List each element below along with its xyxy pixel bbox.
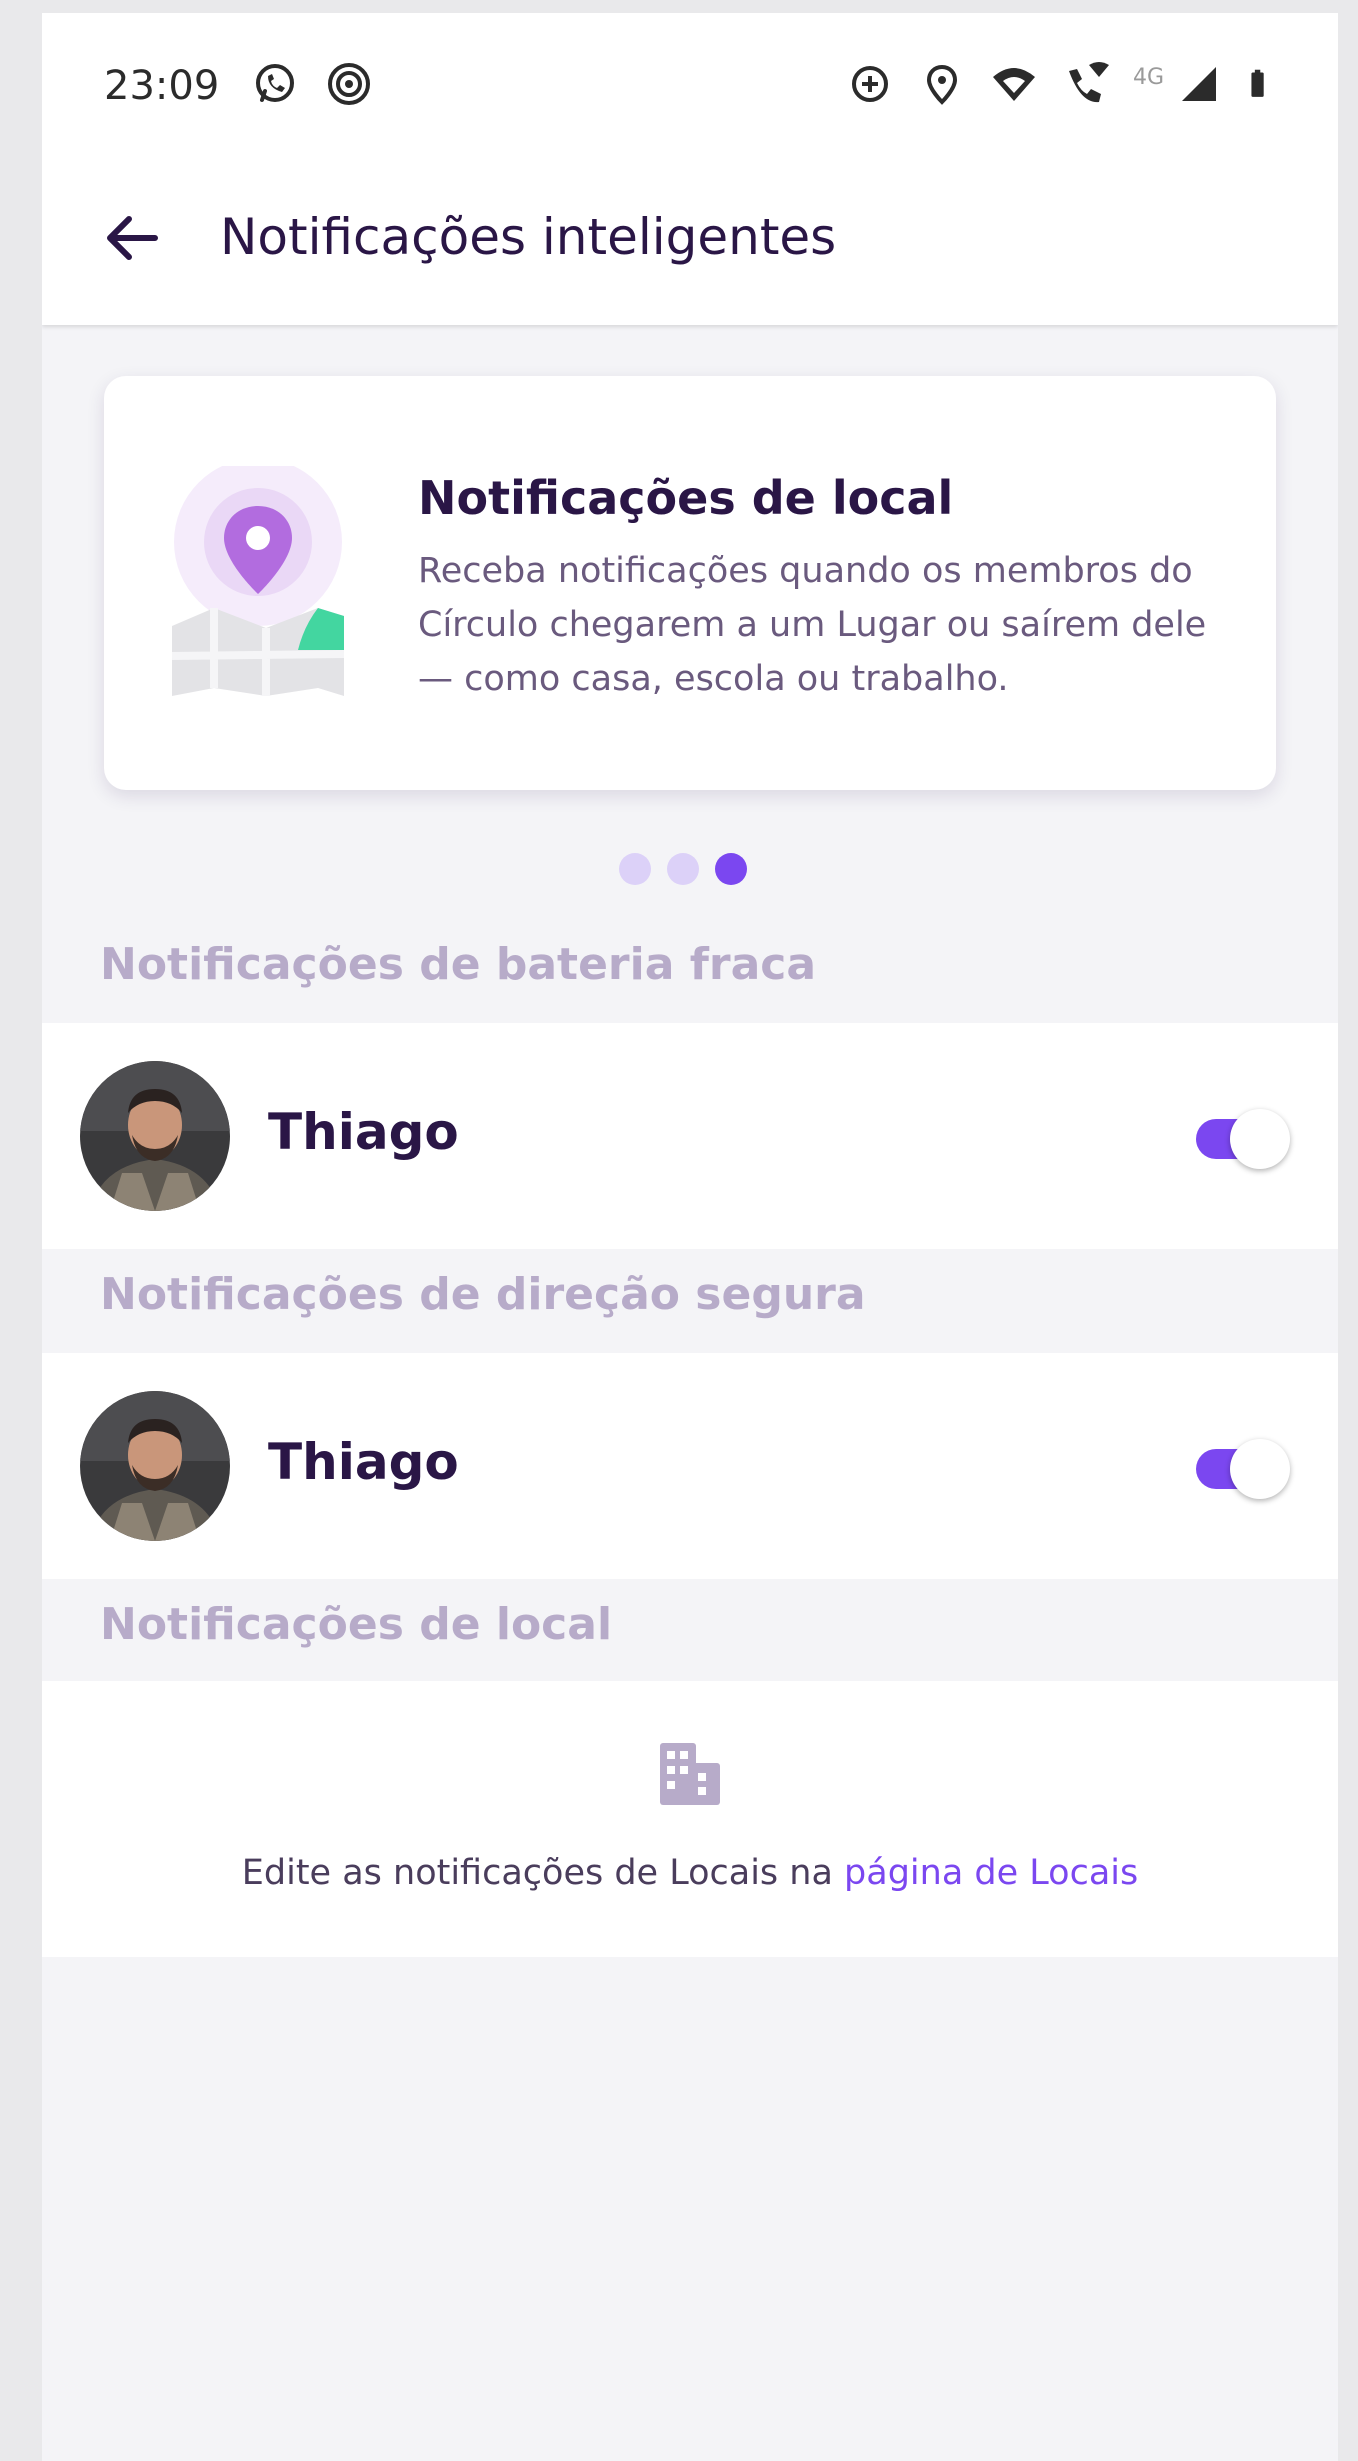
carousel-dot[interactable] bbox=[667, 853, 699, 885]
carousel-indicator bbox=[619, 853, 747, 885]
low-battery-toggle[interactable] bbox=[1192, 1109, 1290, 1169]
wifi-icon bbox=[992, 68, 1035, 101]
member-name: Thiago bbox=[268, 1103, 459, 1161]
page-title: Notificações inteligentes bbox=[220, 208, 837, 266]
header: 23:09 4G Notificações inteligentes bbox=[42, 13, 1338, 325]
member-name: Thiago bbox=[268, 1433, 459, 1491]
locations-page-link[interactable]: página de Locais bbox=[844, 1853, 1138, 1893]
back-button[interactable] bbox=[96, 203, 166, 273]
carousel-dot-active[interactable] bbox=[715, 853, 747, 885]
toggle-knob bbox=[1230, 1439, 1290, 1499]
whatsapp-icon bbox=[256, 64, 294, 102]
status-right-icons: 4G bbox=[845, 59, 1280, 109]
section-label-low-battery: Notificações de bateria fraca bbox=[100, 939, 817, 990]
card-title: Notificações de local bbox=[418, 471, 954, 525]
feature-card[interactable]: Notificações de local Receba notificaçõe… bbox=[104, 376, 1276, 790]
card-description: Receba notificações quando os membros do… bbox=[418, 551, 1207, 699]
location-notifications-panel: Edite as notificações de Locais na págin… bbox=[42, 1681, 1338, 1957]
network-type: 4G bbox=[1132, 64, 1164, 90]
carousel-dot[interactable] bbox=[619, 853, 651, 885]
data-saver-icon bbox=[851, 66, 888, 102]
arrow-left-icon bbox=[107, 216, 158, 260]
location-edit-text: Edite as notificações de Locais na págin… bbox=[42, 1853, 1338, 1893]
location-map-illustration bbox=[171, 466, 345, 696]
section-label-location: Notificações de local bbox=[100, 1599, 613, 1650]
phone-screen: 23:09 4G Notificações inteligentes Notif… bbox=[42, 13, 1338, 2461]
location-icon bbox=[926, 64, 957, 105]
avatar bbox=[80, 1061, 230, 1211]
status-left-icons bbox=[250, 59, 374, 109]
safe-driving-toggle[interactable] bbox=[1192, 1439, 1290, 1499]
section-label-safe-driving: Notificações de direção segura bbox=[100, 1269, 866, 1320]
buildings-icon bbox=[660, 1743, 720, 1805]
member-row-low-battery: Thiago bbox=[42, 1023, 1338, 1249]
status-time: 23:09 bbox=[104, 63, 220, 109]
avatar bbox=[80, 1391, 230, 1541]
signal-messenger-icon bbox=[328, 63, 370, 105]
cell-signal-icon bbox=[1182, 67, 1216, 101]
battery-icon bbox=[1251, 69, 1264, 97]
toggle-knob bbox=[1230, 1109, 1290, 1169]
location-edit-prefix: Edite as notificações de Locais na bbox=[241, 1853, 845, 1893]
member-row-safe-driving: Thiago bbox=[42, 1353, 1338, 1579]
wifi-call-icon bbox=[1068, 62, 1109, 103]
